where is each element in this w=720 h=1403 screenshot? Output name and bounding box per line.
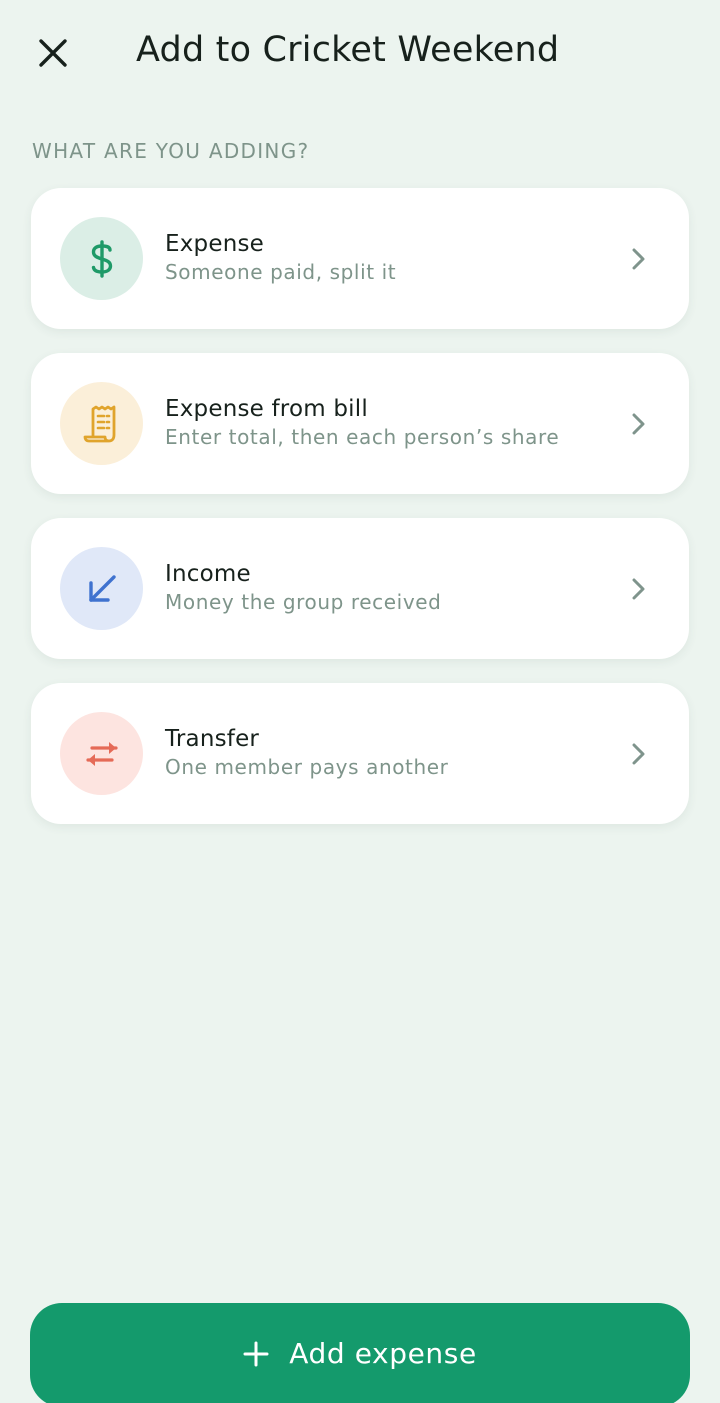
dollar-icon (91, 239, 112, 278)
chevron-right-icon (632, 248, 645, 270)
transfer-arrows-icon (85, 741, 118, 766)
option-title: Expense from bill (165, 396, 368, 422)
income-icon-circle (60, 547, 143, 630)
plus-icon (243, 1341, 269, 1367)
chevron-right-icon (632, 578, 645, 600)
option-expense-from-bill[interactable]: Expense from bill Enter total, then each… (31, 353, 689, 494)
chevron-right-icon (632, 743, 645, 765)
option-subtitle: One member pays another (165, 755, 449, 779)
option-subtitle: Enter total, then each person’s share (165, 425, 560, 449)
close-button[interactable] (24, 24, 82, 82)
option-subtitle: Someone paid, split it (165, 260, 397, 284)
header: Add to Cricket Weekend (0, 0, 720, 110)
option-transfer[interactable]: Transfer One member pays another (31, 683, 689, 824)
option-title: Transfer (165, 726, 260, 752)
close-icon (39, 39, 67, 67)
transfer-icon-circle (60, 712, 143, 795)
chevron-right-icon (632, 413, 645, 435)
section-label: WHAT ARE YOU ADDING? (32, 139, 310, 163)
option-subtitle: Money the group received (165, 590, 442, 614)
expense-icon-circle (60, 217, 143, 300)
option-income[interactable]: Income Money the group received (31, 518, 689, 659)
option-expense[interactable]: Expense Someone paid, split it (31, 188, 689, 329)
option-title: Expense (165, 231, 265, 257)
add-expense-label: Add expense (289, 1337, 477, 1370)
page-title: Add to Cricket Weekend (136, 30, 560, 70)
bill-icon-circle (60, 382, 143, 465)
receipt-icon (83, 405, 115, 442)
add-expense-button[interactable]: Add expense (30, 1303, 690, 1403)
option-title: Income (165, 561, 251, 587)
arrow-down-left-icon (88, 574, 116, 602)
